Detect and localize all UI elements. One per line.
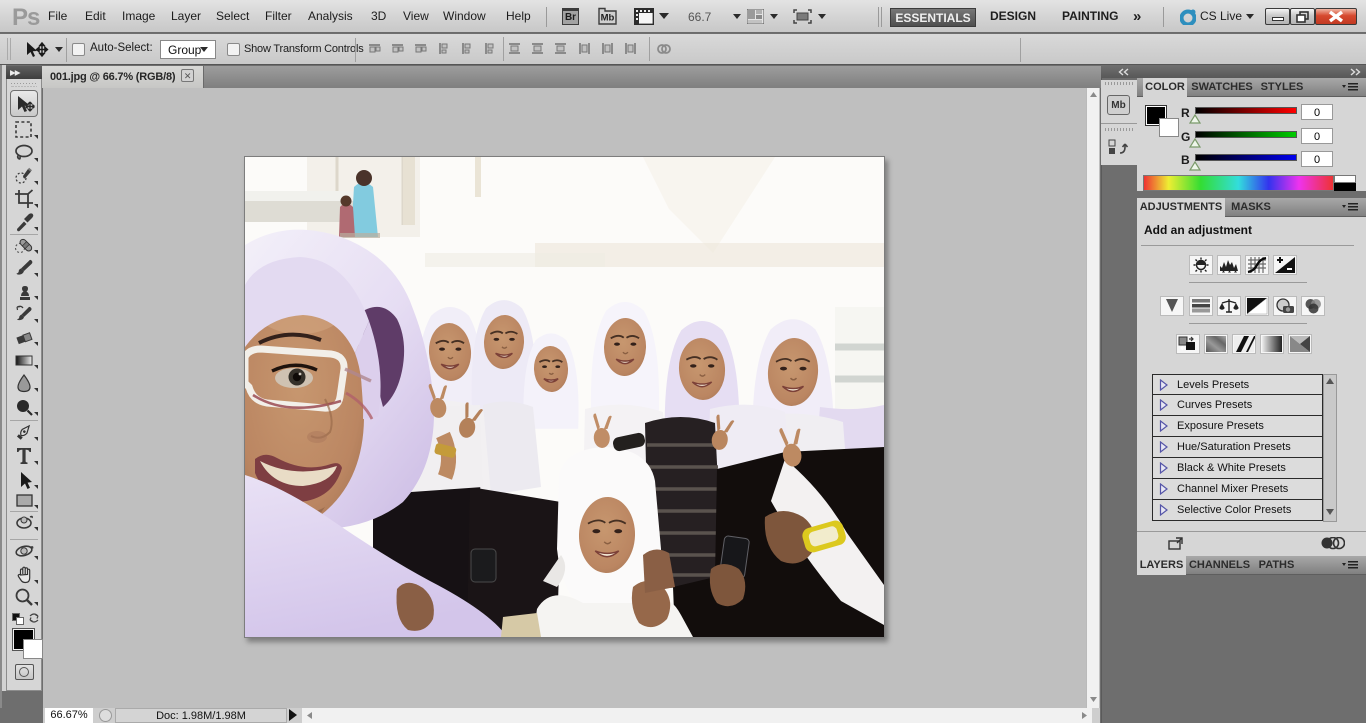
svg-text:Mb: Mb [601,13,615,24]
